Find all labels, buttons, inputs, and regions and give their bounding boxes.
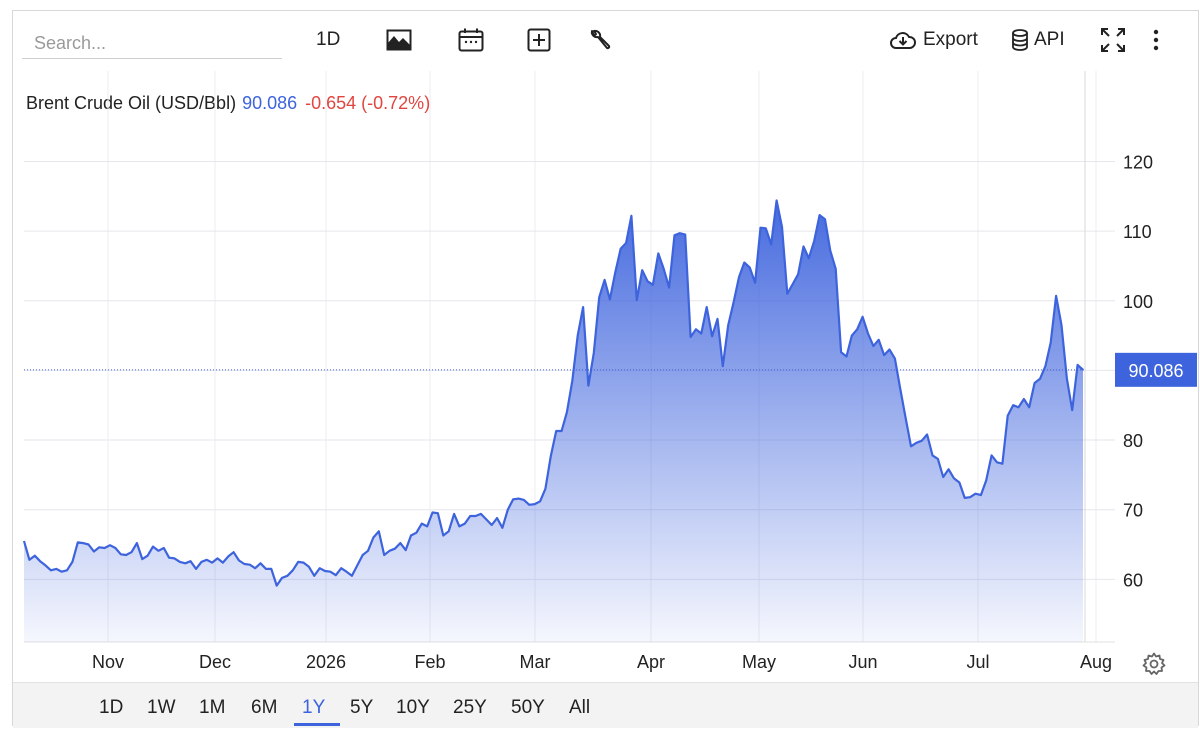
y-tick-label: 80 <box>1123 431 1143 451</box>
range-tab-10y[interactable]: 10Y <box>396 697 430 719</box>
x-tick-label: Feb <box>414 652 445 672</box>
x-tick-label: Dec <box>199 652 231 672</box>
range-selector: 1D 1W 1M 6M 1Y 5Y 10Y 25Y 50Y All <box>13 682 1198 728</box>
gear-icon[interactable] <box>1141 651 1167 677</box>
range-tab-25y[interactable]: 25Y <box>453 697 487 719</box>
range-tab-6m[interactable]: 6M <box>251 697 277 719</box>
y-tick-label: 120 <box>1123 153 1153 173</box>
x-tick-label: Jun <box>848 652 877 672</box>
range-tab-1y[interactable]: 1Y <box>302 697 325 719</box>
x-tick-label: 2026 <box>306 652 346 672</box>
y-tick-label: 60 <box>1123 570 1143 590</box>
price-chart[interactable]: 60708090100110120NovDec2026FebMarAprMayJ… <box>13 11 1198 681</box>
y-tick-label: 110 <box>1123 222 1152 242</box>
x-tick-label: May <box>742 652 776 672</box>
range-tab-1d[interactable]: 1D <box>99 697 123 719</box>
x-tick-label: Nov <box>92 652 124 672</box>
range-tab-1w[interactable]: 1W <box>147 697 176 719</box>
active-range-underline <box>294 723 340 726</box>
range-tab-all[interactable]: All <box>569 697 590 719</box>
range-tab-1m[interactable]: 1M <box>199 697 225 719</box>
x-tick-label: Jul <box>966 652 989 672</box>
range-tab-5y[interactable]: 5Y <box>350 697 373 719</box>
y-tick-label: 70 <box>1123 501 1143 521</box>
chart-widget: 1D Export <box>12 10 1199 728</box>
y-tick-label: 100 <box>1123 292 1153 312</box>
x-tick-label: Aug <box>1080 652 1112 672</box>
last-value-tag-text: 90.086 <box>1128 361 1183 381</box>
range-tab-50y[interactable]: 50Y <box>511 697 545 719</box>
series-area <box>24 200 1083 642</box>
x-tick-label: Mar <box>520 652 551 672</box>
x-tick-label: Apr <box>637 652 665 672</box>
